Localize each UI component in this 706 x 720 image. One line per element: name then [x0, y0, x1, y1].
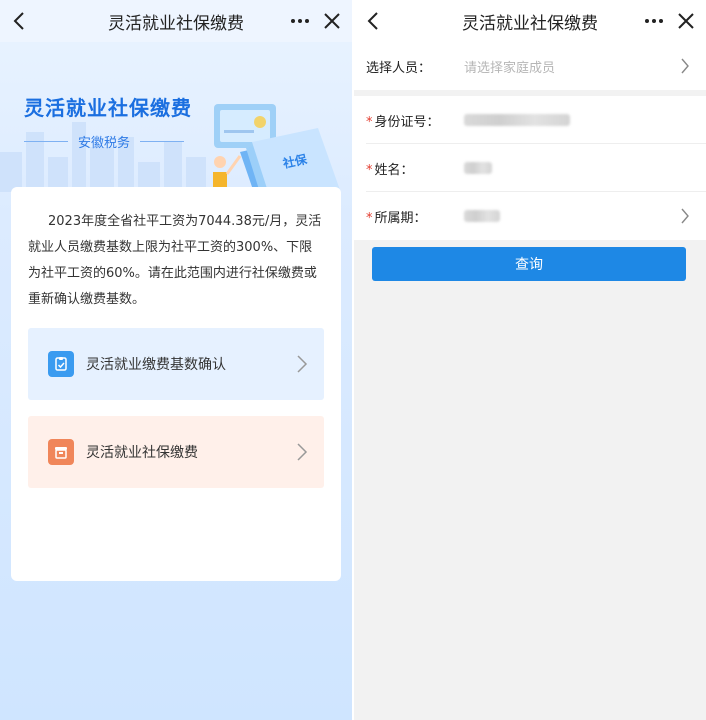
select-person-placeholder: 请选择家庭成员	[464, 60, 556, 76]
select-person-label: 选择人员：	[366, 60, 432, 76]
name-label: * 姓名：	[366, 162, 414, 178]
box-icon	[48, 439, 74, 465]
id-number-value-redacted	[464, 114, 570, 126]
right-screen: 灵活就业社保缴费 选择人员： 请选择家庭成员 * 身份证号： * 姓名： * 所属期：…	[354, 0, 706, 720]
left-screen: 灵活就业社保缴费 灵活就业社保缴费 安徽税务 社保 2023年度全省社平工资为7…	[0, 0, 352, 720]
top-bar: 灵活就业社保缴费	[0, 0, 352, 42]
name-row[interactable]: * 姓名：	[354, 144, 706, 192]
query-button[interactable]: 查询	[372, 247, 686, 281]
more-icon[interactable]	[642, 9, 666, 33]
menu-item-social-payment[interactable]: 灵活就业社保缴费	[28, 416, 324, 488]
period-label: * 所属期：	[366, 210, 427, 226]
close-icon[interactable]	[674, 9, 698, 33]
chevron-right-icon	[681, 58, 689, 74]
name-value-redacted	[464, 162, 492, 174]
chevron-right-icon	[681, 208, 689, 224]
id-number-label: * 身份证号：	[366, 114, 440, 130]
page-title: 灵活就业社保缴费	[462, 13, 598, 34]
content-card: 2023年度全省社平工资为7044.38元/月，灵活就业人员缴费基数上限为社平工…	[11, 187, 341, 581]
back-icon[interactable]	[8, 9, 32, 33]
period-row[interactable]: * 所属期：	[354, 192, 706, 240]
more-icon[interactable]	[288, 9, 312, 33]
close-icon[interactable]	[320, 9, 344, 33]
menu-item-label: 灵活就业缴费基数确认	[86, 357, 226, 373]
menu-item-label: 灵活就业社保缴费	[86, 445, 198, 461]
clipboard-check-icon	[48, 351, 74, 377]
query-form: 选择人员： 请选择家庭成员 * 身份证号： * 姓名： * 所属期：	[354, 42, 706, 240]
chevron-right-icon	[297, 443, 308, 461]
chevron-right-icon	[297, 355, 308, 373]
period-value-redacted	[464, 210, 500, 222]
hero-title: 灵活就业社保缴费	[24, 96, 192, 120]
top-bar: 灵活就业社保缴费	[354, 0, 706, 42]
hero-subtitle: 安徽税务	[24, 132, 185, 151]
description-text: 2023年度全省社平工资为7044.38元/月，灵活就业人员缴费基数上限为社平工…	[28, 214, 322, 307]
select-person-row[interactable]: 选择人员： 请选择家庭成员	[354, 42, 706, 90]
id-number-row[interactable]: * 身份证号：	[354, 96, 706, 144]
back-icon[interactable]	[362, 9, 386, 33]
menu-item-base-confirm[interactable]: 灵活就业缴费基数确认	[28, 328, 324, 400]
page-title: 灵活就业社保缴费	[108, 13, 244, 34]
hero-subtitle-text: 安徽税务	[78, 136, 131, 151]
hero-banner: 灵活就业社保缴费 安徽税务 社保	[0, 42, 352, 231]
